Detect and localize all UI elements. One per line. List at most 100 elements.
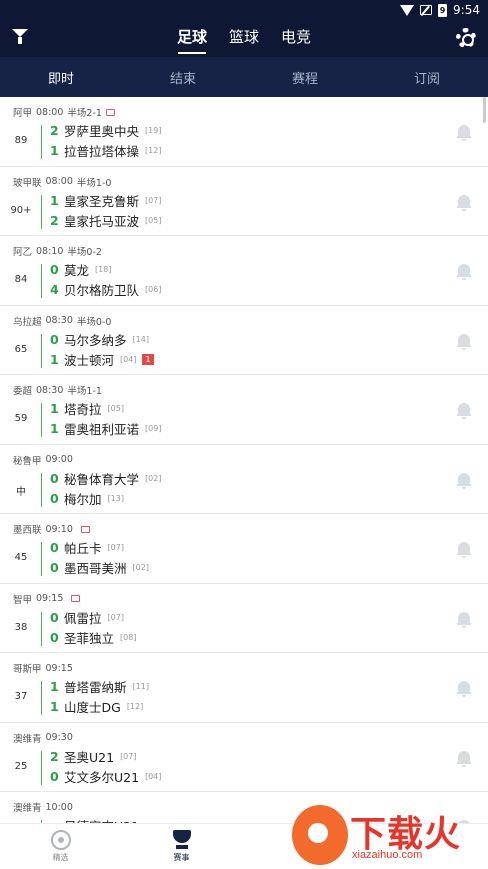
- league-name: 智甲: [13, 594, 33, 606]
- league-name: 秘鲁甲: [13, 455, 42, 467]
- subtab-subscribed[interactable]: 订阅: [366, 68, 488, 87]
- home-team: 贝德安吉U21: [50, 816, 145, 823]
- away-rank: [04]: [120, 354, 137, 364]
- kickoff-time: 09:30: [45, 732, 73, 743]
- bell-icon[interactable]: [457, 681, 471, 697]
- sport-tabs: 足球 篮球 电竞: [177, 26, 311, 54]
- bell-icon[interactable]: [457, 333, 471, 350]
- subtab-schedule[interactable]: 赛程: [244, 68, 366, 87]
- bell-icon[interactable]: [457, 125, 471, 141]
- live-indicator-line: [41, 125, 42, 159]
- battery-icon: 9: [438, 3, 448, 17]
- match-header: 墨西联 09:10: [13, 522, 90, 536]
- kickoff-time: 08:10: [36, 245, 64, 257]
- bell-icon[interactable]: [457, 472, 471, 489]
- kickoff-time: 09:15: [36, 593, 64, 604]
- home-score: 0: [50, 262, 59, 277]
- home-rank: [19]: [145, 126, 162, 135]
- match-row[interactable]: 秘鲁甲 09:00 中 0 秘鲁体育大学 [02] 0 梅尔加 [13]: [0, 445, 488, 514]
- away-team: 2 皇家托马亚波 [05]: [50, 211, 161, 230]
- live-indicator-line: [41, 194, 42, 229]
- bell-icon[interactable]: [457, 264, 471, 280]
- bell-icon[interactable]: [457, 542, 471, 558]
- away-team: 1 波士顿河 [04] 1: [50, 350, 154, 369]
- live-indicator-line: [41, 750, 42, 785]
- home-rank: [18]: [95, 265, 112, 274]
- home-team-name: 皇家圣克鲁斯: [64, 193, 140, 209]
- home-team: 0 帕丘卡 [07]: [50, 538, 124, 557]
- away-score: 1: [50, 351, 59, 367]
- tab-football[interactable]: 足球: [177, 26, 207, 54]
- home-score: 2: [50, 748, 59, 764]
- league-name: 玻甲联: [13, 177, 42, 189]
- bell-icon[interactable]: [457, 750, 471, 767]
- home-team-name: 罗萨里奥中央: [64, 124, 140, 139]
- match-row[interactable]: 哥斯甲 09:15 37 1 普塔雷纳斯 [11] 1 山度士DG [12]: [0, 653, 488, 723]
- away-rank: [09]: [145, 424, 162, 433]
- match-row[interactable]: 阿乙 08:10 半场0-2 84 0 莫龙 [18] 4 贝尔格防卫队 [06]: [0, 236, 488, 306]
- away-team-name: 墨西哥美洲: [64, 561, 127, 576]
- home-team-name: 莫龙: [64, 263, 90, 278]
- match-row[interactable]: 智甲 09:15 38 0 佩雷拉 [07] 0 圣菲独立 [08]: [0, 584, 488, 653]
- home-rank: [14]: [132, 334, 149, 344]
- tab-esports[interactable]: 电竞: [281, 26, 311, 51]
- away-team: 0 圣菲独立 [08]: [50, 628, 136, 647]
- settings-gear-icon[interactable]: [456, 28, 476, 48]
- home-team-name: 圣奥U21: [64, 749, 115, 765]
- match-header: 澳维青 10:00: [13, 800, 77, 815]
- scrollbar[interactable]: [483, 97, 486, 123]
- nav-matches-label: 赛事: [173, 853, 190, 862]
- league-name: 阿甲: [13, 108, 33, 119]
- subtab-live[interactable]: 即时: [0, 68, 122, 87]
- away-rank: [06]: [145, 285, 162, 294]
- away-score: 0: [50, 629, 59, 645]
- away-team-name: 拉普拉塔体操: [64, 144, 140, 159]
- nav-featured-label: 精选: [52, 853, 69, 862]
- match-minute: 中: [16, 486, 26, 498]
- match-header: 阿甲 08:00 半场2-1: [13, 105, 115, 119]
- tv-icon: [80, 525, 90, 533]
- no-sim-icon: [420, 5, 433, 15]
- match-header: 阿乙 08:10 半场0-2: [13, 244, 102, 259]
- half-time-score: 半场1-1: [67, 386, 102, 397]
- match-header: 智甲 09:15: [13, 592, 81, 606]
- target-icon: [50, 830, 71, 850]
- match-row[interactable]: 委超 08:30 半场1-1 59 1 塔奇拉 [05] 1 雷奥祖利亚诺 [09]: [0, 375, 488, 445]
- league-name: 墨西联: [13, 525, 42, 536]
- match-minute: 25: [14, 760, 28, 772]
- filter-icon[interactable]: [12, 29, 28, 47]
- away-team: 4 贝尔格防卫队 [06]: [50, 280, 161, 299]
- tab-basketball[interactable]: 篮球: [229, 26, 259, 51]
- match-list[interactable]: 阿甲 08:00 半场2-1 89 2 罗萨里奥中央 [19] 1 拉普拉塔体操 [12] 玻甲联 0…: [0, 97, 488, 823]
- bell-icon[interactable]: [457, 194, 471, 211]
- match-row[interactable]: 玻甲联 08:00 半场1-0 90+ 1 皇家圣克鲁斯 [07] 2 皇家托马亚波 [05]: [0, 167, 488, 236]
- bell-icon[interactable]: [457, 611, 471, 628]
- subtab-finished[interactable]: 结束: [122, 68, 244, 87]
- nav-featured[interactable]: 精选: [0, 824, 121, 869]
- half-time-score: 半场2-1: [67, 108, 102, 119]
- away-score: 2: [50, 212, 59, 228]
- home-team: 1 皇家圣克鲁斯 [07]: [50, 191, 161, 210]
- home-team: 2 圣奥U21 [07]: [50, 747, 136, 766]
- home-team-name: 贝德安吉U21: [64, 816, 139, 823]
- bell-icon[interactable]: [457, 403, 471, 419]
- match-header: 澳维青 09:30: [13, 731, 77, 745]
- match-row[interactable]: 乌拉超 08:30 半场0-0 65 0 马尔多纳多 [14] 1 波士顿河 [04] 1: [0, 306, 488, 375]
- away-team-name: 艾文多尔U21: [64, 769, 140, 785]
- away-rank: [12]: [126, 702, 144, 711]
- home-team-name: 秘鲁体育大学: [64, 471, 140, 487]
- away-score: 4: [50, 282, 59, 297]
- away-team: 0 艾文多尔U21 [04]: [50, 767, 161, 786]
- match-row[interactable]: 墨西联 09:10 45 0 帕丘卡 [07] 0 墨西哥美洲 [02]: [0, 514, 488, 584]
- match-row[interactable]: 阿甲 08:00 半场2-1 89 2 罗萨里奥中央 [19] 1 拉普拉塔体操 [12]: [0, 97, 488, 167]
- live-indicator-line: [41, 681, 42, 715]
- match-header: 委超 08:30 半场1-1: [13, 383, 102, 398]
- match-header: 玻甲联 08:00 半场1-0: [13, 175, 111, 189]
- home-team: 0 莫龙 [18]: [50, 260, 111, 279]
- home-team: 0 秘鲁体育大学 [02]: [50, 469, 161, 488]
- nav-matches[interactable]: 赛事: [121, 824, 242, 869]
- league-name: 澳维青: [13, 733, 42, 745]
- watermark: 下载火 xiazaihuo.com: [288, 803, 488, 869]
- match-row[interactable]: 澳维青 09:30 25 2 圣奥U21 [07] 0 艾文多尔U21 [04]: [0, 723, 488, 792]
- half-time-score: 半场0-0: [76, 316, 112, 328]
